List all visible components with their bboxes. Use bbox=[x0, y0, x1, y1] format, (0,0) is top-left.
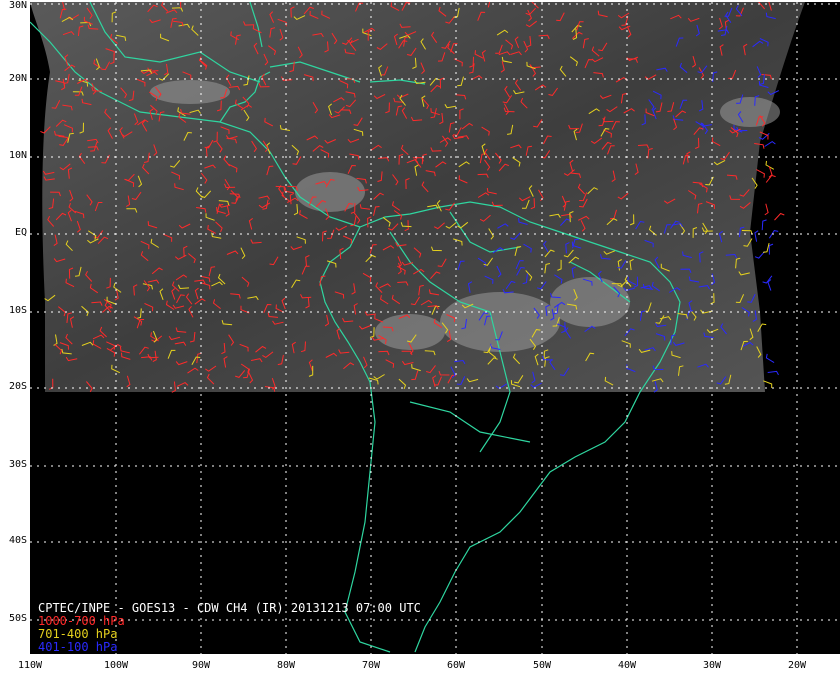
map-canvas bbox=[30, 2, 840, 654]
wind-barb bbox=[764, 203, 769, 216]
lat-label-40s: 40S bbox=[8, 535, 27, 546]
map-frame: 30N 20N 10N EQ 10S 20S 30S 40S 50S 110W … bbox=[0, 0, 840, 680]
lon-label-110w: 110W bbox=[17, 660, 43, 671]
wind-barb bbox=[768, 243, 774, 255]
lat-label-10s: 10S bbox=[8, 305, 27, 316]
wind-barb bbox=[762, 242, 770, 253]
wind-barb bbox=[756, 169, 765, 178]
lon-label-50w: 50W bbox=[532, 660, 552, 671]
lon-label-60w: 60W bbox=[446, 660, 466, 671]
legend-high-level: 401-100 hPa bbox=[38, 640, 118, 654]
lat-label-30n: 30N bbox=[8, 0, 27, 11]
lon-label-80w: 80W bbox=[276, 660, 296, 671]
lat-label-30s: 30S bbox=[8, 459, 27, 470]
lon-label-40w: 40W bbox=[617, 660, 637, 671]
lon-label-70w: 70W bbox=[361, 660, 381, 671]
wind-barb bbox=[754, 230, 759, 242]
lat-label-20s: 20S bbox=[8, 381, 27, 392]
lon-label-30w: 30W bbox=[702, 660, 722, 671]
lon-label-100w: 100W bbox=[103, 660, 129, 671]
lat-label-eq: EQ bbox=[14, 227, 27, 238]
wind-barb bbox=[765, 353, 775, 364]
wind-barb bbox=[765, 174, 776, 183]
wind-barb bbox=[764, 140, 776, 147]
map-caption: CPTEC/INPE - GOES13 - CDW CH4 (IR) 20131… bbox=[38, 602, 421, 654]
lat-label-20n: 20N bbox=[8, 73, 27, 84]
lat-label-50s: 50S bbox=[8, 613, 27, 624]
wind-barb bbox=[774, 212, 785, 221]
lon-label-20w: 20W bbox=[787, 660, 807, 671]
wind-barb bbox=[767, 370, 779, 376]
lon-label-90w: 90W bbox=[191, 660, 211, 671]
wind-barb bbox=[761, 219, 767, 231]
lat-label-10n: 10N bbox=[8, 150, 27, 161]
map-area bbox=[30, 2, 840, 654]
